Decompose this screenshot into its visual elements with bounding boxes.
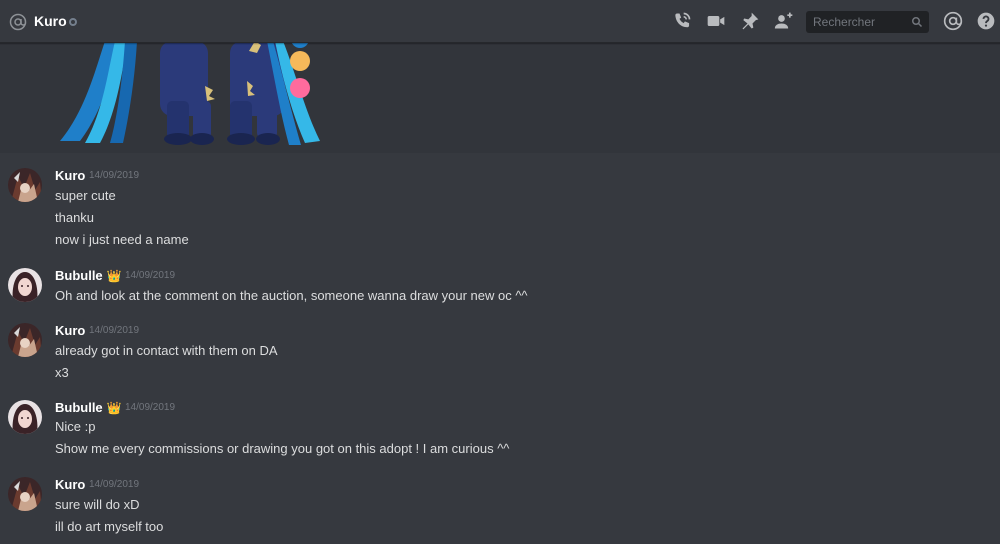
channel-title: Kuro (34, 13, 67, 29)
channel-header: Kuro (0, 0, 1000, 43)
crown-badge-icon: 👑 (106, 269, 122, 283)
at-icon (9, 13, 27, 31)
message-text: Show me every commissions or drawing you… (55, 441, 510, 456)
message-text: ill do art myself too (55, 519, 164, 534)
message-timestamp: 14/09/2019 (125, 270, 176, 281)
avatar-bubulle[interactable] (8, 268, 42, 302)
message-text: thanku (55, 210, 95, 225)
help-icon[interactable] (976, 11, 996, 31)
message-author[interactable]: Bubulle 👑 (55, 268, 122, 283)
video-icon[interactable] (706, 11, 726, 31)
dm-window: Kuro Rechercher Kuro 14/09/2019 super cu… (0, 0, 1000, 544)
message-text: Nice :p (55, 419, 96, 434)
search-input[interactable] (806, 11, 906, 33)
message-author[interactable]: Kuro (55, 168, 85, 183)
message-timestamp: 14/09/2019 (89, 170, 140, 181)
message-text: Oh and look at the comment on the auctio… (55, 288, 528, 303)
pin-icon[interactable] (740, 11, 760, 31)
avatar-bubulle[interactable] (8, 400, 42, 434)
palette-swatch-pink (290, 78, 310, 98)
message-timestamp: 14/09/2019 (89, 325, 140, 336)
message-text: sure will do xD (55, 497, 140, 512)
message-list: Kuro 14/09/2019 super cute thanku now i … (0, 43, 1000, 544)
crown-badge-icon: 👑 (106, 401, 122, 415)
mention-icon[interactable] (943, 11, 963, 31)
message-text: already got in contact with them on DA (55, 343, 278, 358)
message-text: now i just need a name (55, 232, 189, 247)
message-author[interactable]: Kuro (55, 477, 85, 492)
palette-swatch-orange (290, 51, 310, 71)
search-icon[interactable] (911, 16, 923, 28)
message-author[interactable]: Kuro (55, 323, 85, 338)
message-timestamp: 14/09/2019 (125, 402, 176, 413)
search-box[interactable] (806, 11, 929, 33)
call-icon[interactable] (672, 11, 692, 31)
message-text: super cute (55, 188, 116, 203)
pony-reference-image[interactable] (55, 43, 325, 147)
avatar-kuro[interactable] (8, 477, 42, 511)
status-offline-indicator (69, 18, 77, 26)
message-author[interactable]: Bubulle 👑 (55, 400, 122, 415)
avatar-kuro[interactable] (8, 168, 42, 202)
avatar-kuro[interactable] (8, 323, 42, 357)
message-timestamp: 14/09/2019 (89, 479, 140, 490)
message-text: x3 (55, 365, 69, 380)
add-friend-icon[interactable] (774, 11, 794, 31)
